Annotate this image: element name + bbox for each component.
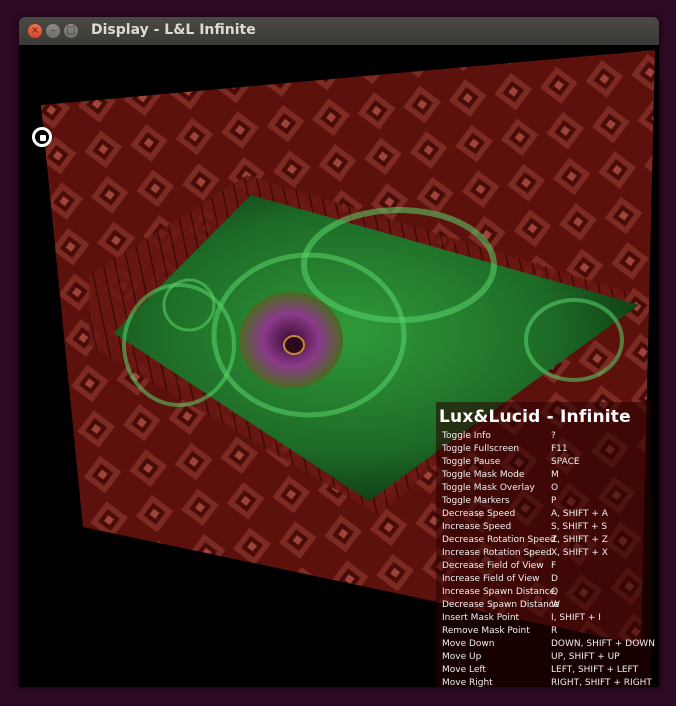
shortcut-key: X, SHIFT + X [551, 548, 608, 558]
shortcut-action: Decrease Field of View [442, 561, 544, 571]
mask-marker-dot [40, 135, 46, 141]
shortcut-action: Toggle Markers [442, 496, 510, 506]
shortcut-key: Q [551, 587, 559, 597]
info-title: Lux&Lucid - Infinite [439, 407, 631, 427]
shortcut-key: SPACE [551, 457, 580, 467]
shortcut-action: Toggle Info [442, 431, 491, 441]
shortcut-key: S, SHIFT + S [551, 522, 608, 532]
shortcut-key: ? [551, 431, 556, 441]
shortcut-action: Increase Field of View [442, 574, 540, 584]
shortcut-action: Toggle Pause [442, 457, 501, 467]
shortcut-key: RIGHT, SHIFT + RIGHT [551, 678, 652, 687]
shortcut-key: UP, SHIFT + UP [551, 652, 620, 662]
shortcut-key: F11 [551, 444, 568, 454]
mask-marker[interactable] [32, 127, 52, 147]
minimize-button[interactable]: – [46, 24, 60, 38]
shortcut-action: Toggle Mask Mode [442, 470, 525, 480]
shortcut-action: Increase Speed [442, 522, 512, 532]
maximize-button[interactable]: □ [64, 24, 78, 38]
shortcut-action: Move Right [442, 678, 493, 687]
shortcut-key: M [551, 470, 559, 480]
shortcut-action: Increase Spawn Distance [442, 587, 556, 597]
shortcut-action: Toggle Fullscreen [442, 444, 520, 454]
shortcut-key: W [551, 600, 560, 610]
shortcut-action: Decrease Speed [442, 509, 516, 519]
shortcut-key: DOWN, SHIFT + DOWN [551, 639, 655, 649]
shortcut-action: Decrease Spawn Distance [442, 600, 560, 610]
render-viewport[interactable]: Lux&Lucid - Infinite Toggle Info? Toggle … [19, 45, 659, 687]
shortcut-key: Z, SHIFT + Z [551, 535, 608, 545]
shortcut-key: I, SHIFT + I [551, 613, 601, 623]
shortcut-key: D [551, 574, 558, 584]
shortcut-action: Increase Rotation Speed [442, 548, 552, 558]
shortcut-action: Remove Mask Point [442, 626, 530, 636]
shortcut-action: Insert Mask Point [442, 613, 520, 623]
medallion-core [283, 335, 305, 355]
shortcut-key: A, SHIFT + A [551, 509, 608, 519]
title-bar[interactable]: × – □ Display - L&L Infinite [19, 17, 659, 46]
shortcut-key: R [551, 626, 558, 636]
shortcut-action: Decrease Rotation Speed [442, 535, 556, 545]
shortcut-action: Toggle Mask Overlay [442, 483, 535, 493]
shortcut-key: O [551, 483, 559, 493]
shortcut-action: Move Left [442, 665, 486, 675]
shortcut-action: Move Down [442, 639, 495, 649]
shortcut-action: Move Up [442, 652, 482, 662]
shortcut-key: LEFT, SHIFT + LEFT [551, 665, 639, 675]
shortcut-key: P [551, 496, 557, 506]
window-title: Display - L&L Infinite [91, 22, 256, 38]
app-window: × – □ Display - L&L Infinite Lux&Lucid -… [19, 17, 659, 687]
info-overlay: Lux&Lucid - Infinite Toggle Info? Toggle … [436, 402, 655, 687]
close-button[interactable]: × [28, 24, 42, 38]
shortcut-key: F [551, 561, 557, 571]
